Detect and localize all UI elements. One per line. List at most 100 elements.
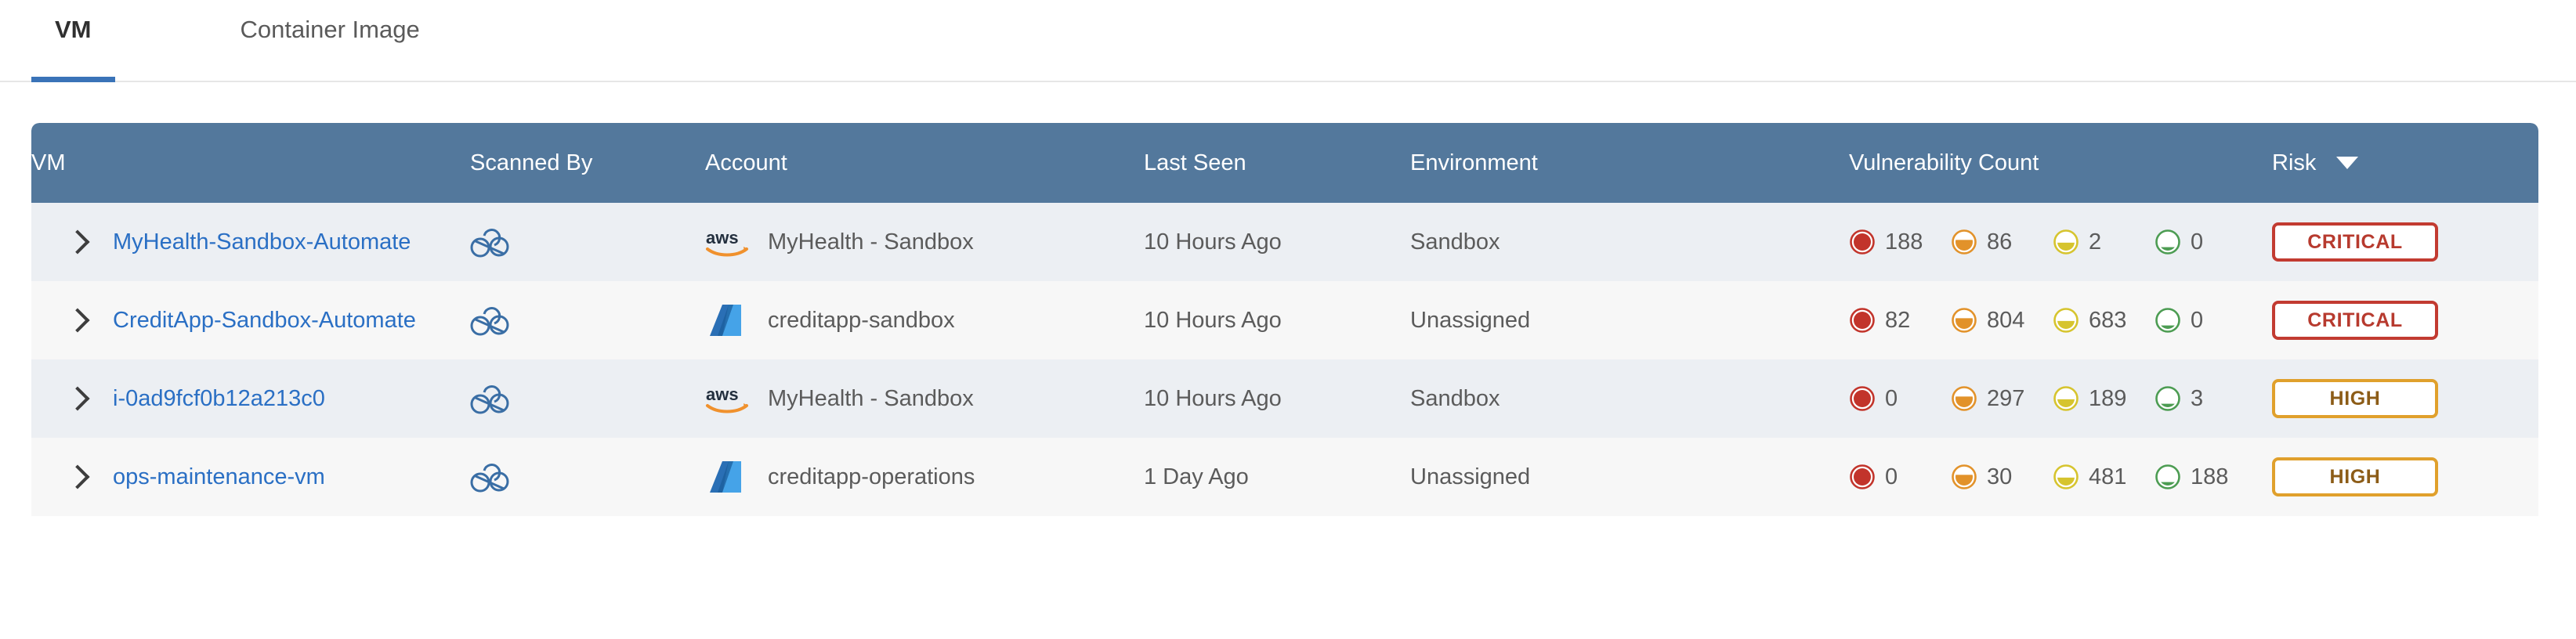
vuln-high[interactable]: 804 [1951,307,2053,334]
cell-vm: i-0ad9fcf0b12a213c0 [31,359,470,438]
vuln-medium[interactable]: 189 [2053,385,2155,412]
vm-name-link[interactable]: MyHealth-Sandbox-Automate [113,229,411,255]
vuln-critical[interactable]: 0 [1849,385,1951,412]
vm-name-link[interactable]: i-0ad9fcf0b12a213c0 [113,386,325,412]
vuln-medium-count: 481 [2089,464,2127,489]
vm-table-container: VM Scanned By Account Last Seen Environm… [31,123,2538,516]
vuln-critical[interactable]: 188 [1849,229,1951,255]
vuln-medium[interactable]: 481 [2053,464,2155,490]
cell-account: creditapp-sandbox [705,281,1144,359]
table-body: MyHealth-Sandbox-Automate aws MyHealth -… [31,203,2538,516]
chevron-down-icon[interactable] [2336,157,2359,169]
status-badge[interactable]: CRITICAL [2272,301,2438,340]
chevron-right-icon[interactable] [65,308,90,333]
vuln-critical-count: 0 [1885,385,1898,411]
vuln-critical-count: 0 [1885,464,1898,489]
vuln-critical[interactable]: 0 [1849,464,1951,490]
vuln-high-count: 297 [1987,385,2025,411]
cell-scanned-by [470,359,705,438]
table-row[interactable]: CreditApp-Sandbox-Automate creditapp-san… [31,281,2538,359]
vuln-critical[interactable]: 82 [1849,307,1951,334]
severity-high-icon [1952,308,1977,333]
aws-logo-icon: aws [706,228,748,257]
status-badge[interactable]: HIGH [2272,379,2438,418]
cell-environment: Unassigned [1410,281,1849,359]
cell-last-seen: 10 Hours Ago [1144,281,1410,359]
vuln-low-count: 188 [2191,464,2229,489]
column-header-vulnerability-count[interactable]: Vulnerability Count [1849,123,2272,203]
column-header-vulnerability-count-label: Vulnerability Count [1849,150,2039,175]
vuln-high-count: 804 [1987,307,2025,333]
svg-text:aws: aws [706,384,739,404]
chevron-right-icon[interactable] [65,386,90,411]
cell-account: aws MyHealth - Sandbox [705,203,1144,281]
vm-name-link[interactable]: ops-maintenance-vm [113,464,325,490]
azure-logo-icon [710,461,741,493]
cell-scanned-by [470,281,705,359]
table-row[interactable]: ops-maintenance-vm creditapp-operations … [31,438,2538,516]
column-header-vm[interactable]: VM [31,123,470,203]
cell-account: creditapp-operations [705,438,1144,516]
cell-environment: Unassigned [1410,438,1849,516]
severity-low-icon [2155,229,2180,255]
vuln-high[interactable]: 297 [1951,385,2053,412]
vm-name-link[interactable]: CreditApp-Sandbox-Automate [113,308,416,334]
column-header-last-seen-label: Last Seen [1144,150,1246,175]
cell-vm: MyHealth-Sandbox-Automate [31,203,470,281]
severity-critical-icon [1850,229,1875,255]
cell-last-seen: 1 Day Ago [1144,438,1410,516]
table-header-row: VM Scanned By Account Last Seen Environm… [31,123,2538,203]
cell-risk: HIGH [2272,359,2538,438]
column-header-risk[interactable]: Risk [2272,123,2538,203]
vuln-low[interactable]: 0 [2155,307,2256,334]
tab-vm[interactable]: VM [31,0,115,82]
vuln-low[interactable]: 0 [2155,229,2256,255]
cell-vm: CreditApp-Sandbox-Automate [31,281,470,359]
vuln-low[interactable]: 3 [2155,385,2256,412]
last-seen-value: 10 Hours Ago [1144,385,1282,411]
severity-critical-icon [1850,464,1875,489]
cell-scanned-by [470,203,705,281]
cell-environment: Sandbox [1410,359,1849,438]
severity-medium-icon [2053,386,2079,411]
column-header-scanned-by-label: Scanned By [470,150,593,175]
status-badge[interactable]: HIGH [2272,457,2438,496]
vuln-high[interactable]: 30 [1951,464,2053,490]
severity-low-icon [2155,386,2180,411]
last-seen-value: 10 Hours Ago [1144,307,1282,333]
tab-container-image-label: Container Image [240,15,420,43]
vuln-medium[interactable]: 2 [2053,229,2155,255]
cloud-scanner-icon [470,464,509,493]
chevron-right-icon[interactable] [65,229,90,255]
column-header-last-seen[interactable]: Last Seen [1144,123,1410,203]
column-header-environment[interactable]: Environment [1410,123,1849,203]
cell-vm: ops-maintenance-vm [31,438,470,516]
account-name: MyHealth - Sandbox [768,385,974,411]
severity-high-icon [1952,464,1977,489]
vuln-low-count: 0 [2191,229,2204,255]
environment-value: Unassigned [1410,307,1531,333]
cell-vulnerability-count: 188 86 2 0 [1849,203,2272,281]
cell-risk: CRITICAL [2272,281,2538,359]
cell-scanned-by [470,438,705,516]
chevron-right-icon[interactable] [65,464,90,489]
tab-container-image[interactable]: Container Image [217,0,443,81]
cell-vulnerability-count: 82 804 683 0 [1849,281,2272,359]
vuln-medium[interactable]: 683 [2053,307,2155,334]
vuln-low[interactable]: 188 [2155,464,2256,490]
cell-last-seen: 10 Hours Ago [1144,359,1410,438]
tab-bar: VM Container Image [0,0,2576,82]
status-badge[interactable]: CRITICAL [2272,222,2438,262]
column-header-account[interactable]: Account [705,123,1144,203]
vuln-critical-count: 82 [1885,307,1911,333]
column-header-vm-label: VM [31,150,66,175]
vuln-high[interactable]: 86 [1951,229,2053,255]
column-header-scanned-by[interactable]: Scanned By [470,123,705,203]
environment-value: Unassigned [1410,464,1531,489]
cell-account: aws MyHealth - Sandbox [705,359,1144,438]
cloud-scanner-icon [470,385,509,414]
table-row[interactable]: i-0ad9fcf0b12a213c0 aws MyHealth - Sandb… [31,359,2538,438]
table-row[interactable]: MyHealth-Sandbox-Automate aws MyHealth -… [31,203,2538,281]
cell-vulnerability-count: 0 297 189 3 [1849,359,2272,438]
vuln-critical-count: 188 [1885,229,1923,255]
